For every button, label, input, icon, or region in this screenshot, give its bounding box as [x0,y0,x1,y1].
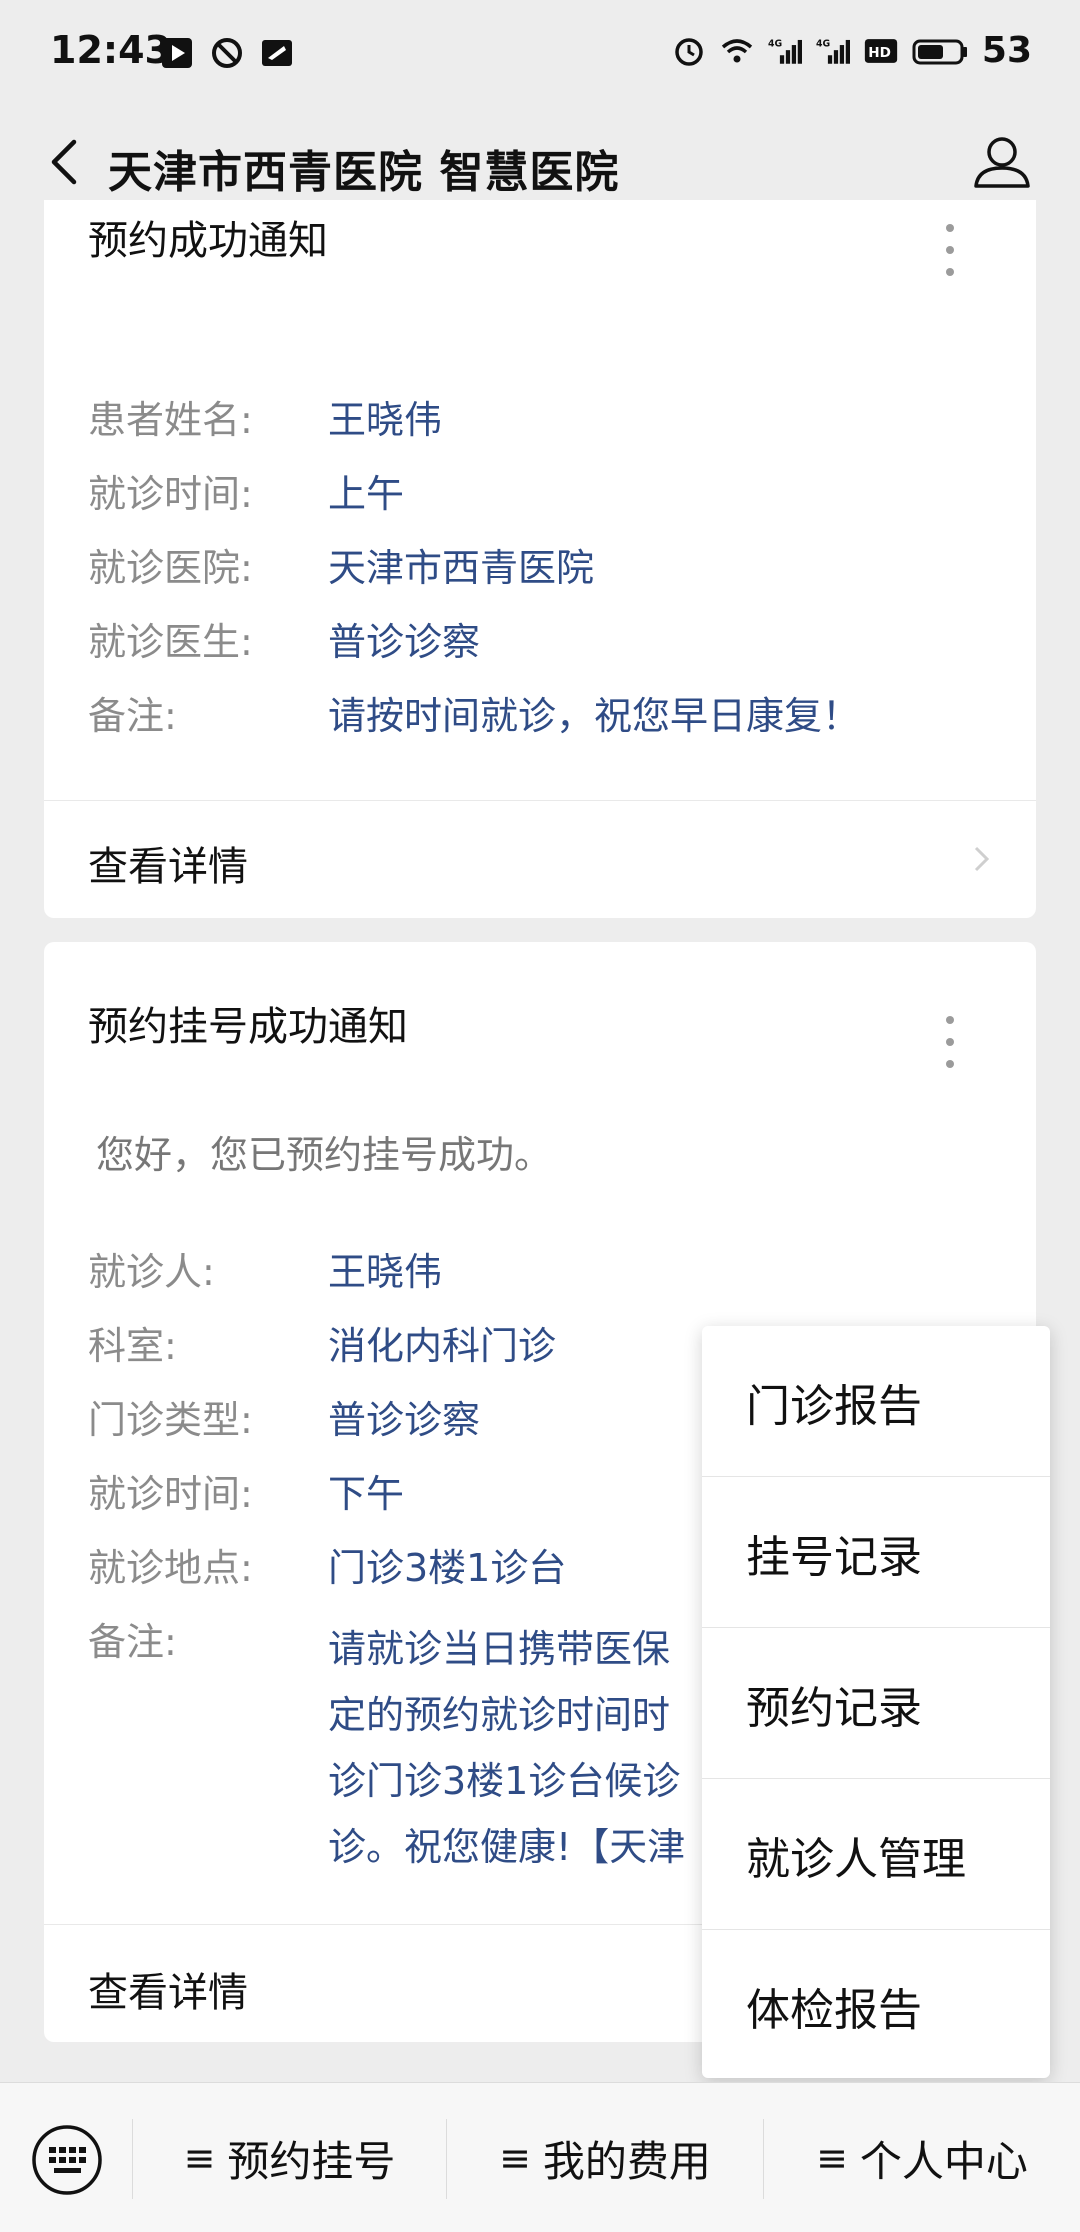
field-label: 就诊时间: [88,472,253,516]
bottom-menu-label: 预约挂号 [227,2136,396,2186]
field-label: 患者姓名: [88,398,253,442]
keyboard-icon[interactable] [30,2123,104,2197]
more-options-icon[interactable] [944,1016,956,1076]
media-play-icon [162,38,192,68]
field-value: 消化内科门诊 [328,1324,557,1368]
menu-hamburger-icon: ≡ [499,2136,531,2180]
chevron-right-icon [974,846,990,872]
field-value: 请按时间就诊，祝您早日康复！ [328,694,861,738]
field-label: 门诊类型: [88,1398,253,1442]
signal-4g-icon-1: 4G [768,38,802,64]
greeting-text: 您好，您已预约挂号成功。 [96,1133,553,1177]
menu-item-outpatient-report[interactable]: 门诊报告 [702,1326,1050,1478]
menu-hamburger-icon: ≡ [816,2136,848,2180]
battery-icon [912,39,967,64]
card-title: 预约成功通知 [88,218,328,264]
field-label: 科室: [88,1324,177,1368]
field-value: 普诊诊察 [328,1398,481,1442]
user-profile-icon[interactable] [966,126,1038,198]
menu-item-registration-record[interactable]: 挂号记录 [702,1477,1050,1629]
status-bar: 12:43 4G 4G HD 53 [0,0,1080,108]
wifi-icon [721,38,753,62]
status-right-icons: 4G 4G HD 53 [672,30,1032,71]
field-value: 上午 [328,472,405,516]
menu-hamburger-icon: ≡ [183,2136,216,2180]
battery-percent: 53 [981,30,1032,71]
svg-text:4G: 4G [768,38,782,49]
field-label: 就诊时间: [88,1472,253,1516]
field-value: 王晓伟 [328,398,443,442]
field-value: 下午 [328,1472,405,1516]
field-value: 王晓伟 [328,1250,443,1294]
menu-item-label: 门诊报告 [746,1381,922,1432]
more-options-icon[interactable] [944,224,956,284]
alarm-icon [675,37,703,66]
divider [44,800,1036,801]
popup-menu: 门诊报告 挂号记录 预约记录 就诊人管理 体检报告 [702,1326,1050,2078]
status-time: 12:43 [50,28,171,72]
field-value: 普诊诊察 [328,620,481,664]
bottom-menu-personal-center[interactable]: ≡ 个人中心 [764,2083,1080,2232]
svg-text:4G: 4G [816,38,830,49]
menu-item-label: 就诊人管理 [746,1834,966,1885]
view-details-link[interactable]: 查看详情 [88,1960,248,2018]
menu-item-patient-management[interactable]: 就诊人管理 [702,1779,1050,1931]
notification-card-appointment: 预约成功通知 患者姓名: 王晓伟 就诊时间: 上午 就诊医院: 天津市西青医院 … [44,200,1036,918]
bottom-menu-fees[interactable]: ≡ 我的费用 [447,2083,763,2232]
field-label: 就诊医院: [88,546,253,590]
signal-4g-icon-2: 4G [816,38,850,64]
view-details-link[interactable]: 查看详情 [88,834,248,892]
menu-item-label: 体检报告 [746,1985,922,2036]
status-left-icons [160,36,294,70]
page-title: 天津市西青医院 智慧医院 [108,147,620,198]
block-icon [212,38,242,68]
back-arrow-icon[interactable] [30,126,102,198]
field-label: 就诊人: [88,1250,215,1294]
menu-item-checkup-report[interactable]: 体检报告 [702,1930,1050,2082]
field-label: 就诊地点: [88,1546,253,1590]
card-title: 预约挂号成功通知 [88,1004,408,1050]
svg-text:HD: HD [868,44,891,60]
app-notification-icon [262,40,292,66]
field-label: 备注: [88,694,177,738]
hd-voice-icon: HD [864,38,898,63]
bottom-menu-label: 个人中心 [859,2136,1028,2186]
field-value: 天津市西青医院 [328,546,595,590]
field-label: 就诊医生: [88,620,253,664]
field-label: 备注: [88,1620,177,1664]
bottom-menu-label: 我的费用 [542,2136,711,2186]
field-value: 门诊3楼1诊台 [328,1546,567,1590]
bottom-menu-appointment[interactable]: ≡ 预约挂号 [133,2083,446,2232]
menu-item-label: 预约记录 [746,1683,922,1734]
menu-item-label: 挂号记录 [746,1532,922,1583]
bottom-menu-bar: ≡ 预约挂号 ≡ 我的费用 ≡ 个人中心 [0,2082,1080,2232]
menu-item-appointment-record[interactable]: 预约记录 [702,1628,1050,1780]
